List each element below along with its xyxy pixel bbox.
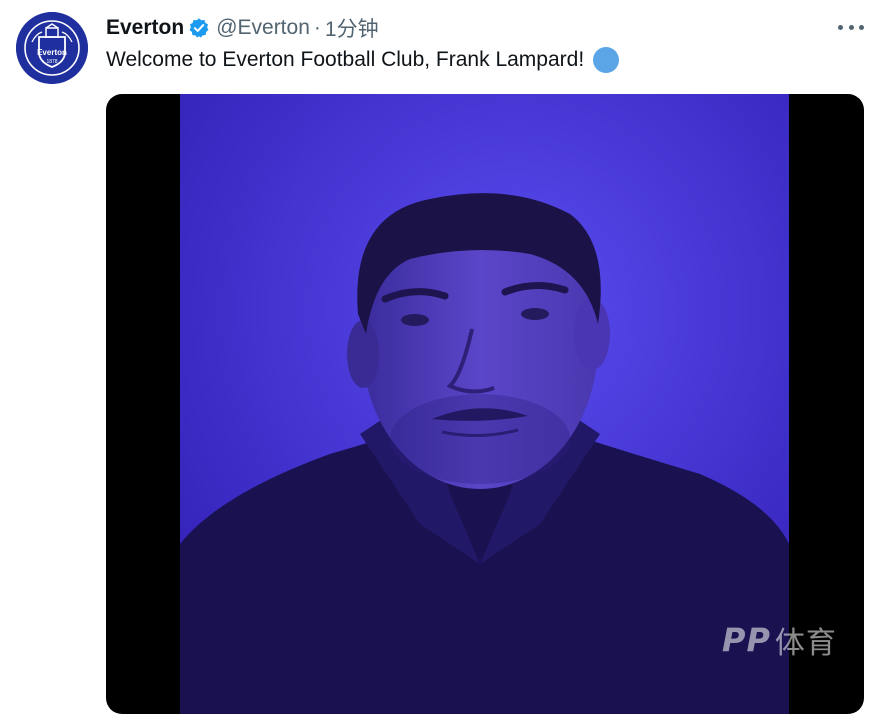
video-frame <box>180 94 789 714</box>
more-options-icon[interactable] <box>838 18 864 36</box>
watermark-logo: PP <box>722 621 771 659</box>
everton-crest-icon: Everton 1878 <box>16 12 88 84</box>
avatar[interactable]: Everton 1878 <box>16 12 88 84</box>
portrait-image <box>180 94 789 714</box>
dot <box>838 24 843 30</box>
blue-circle-emoji-icon <box>593 47 620 73</box>
display-name[interactable]: Everton <box>106 16 184 40</box>
dot <box>859 24 864 30</box>
tweet-body: Welcome to Everton Football Club, Frank … <box>106 48 585 71</box>
watermark: PP 体育 <box>722 618 837 662</box>
dot <box>848 24 854 30</box>
verified-badge-icon <box>189 18 209 38</box>
crest-name: Everton <box>37 48 67 57</box>
separator-dot: · <box>313 16 321 39</box>
user-handle[interactable]: @Everton <box>216 16 310 40</box>
tweet-header: Everton @Everton · 1分钟 <box>106 13 379 43</box>
timestamp[interactable]: 1分钟 <box>325 13 379 43</box>
tweet-text: Welcome to Everton Football Club, Frank … <box>106 46 620 74</box>
crest-year: 1878 <box>46 59 57 65</box>
watermark-label: 体育 <box>774 626 837 661</box>
